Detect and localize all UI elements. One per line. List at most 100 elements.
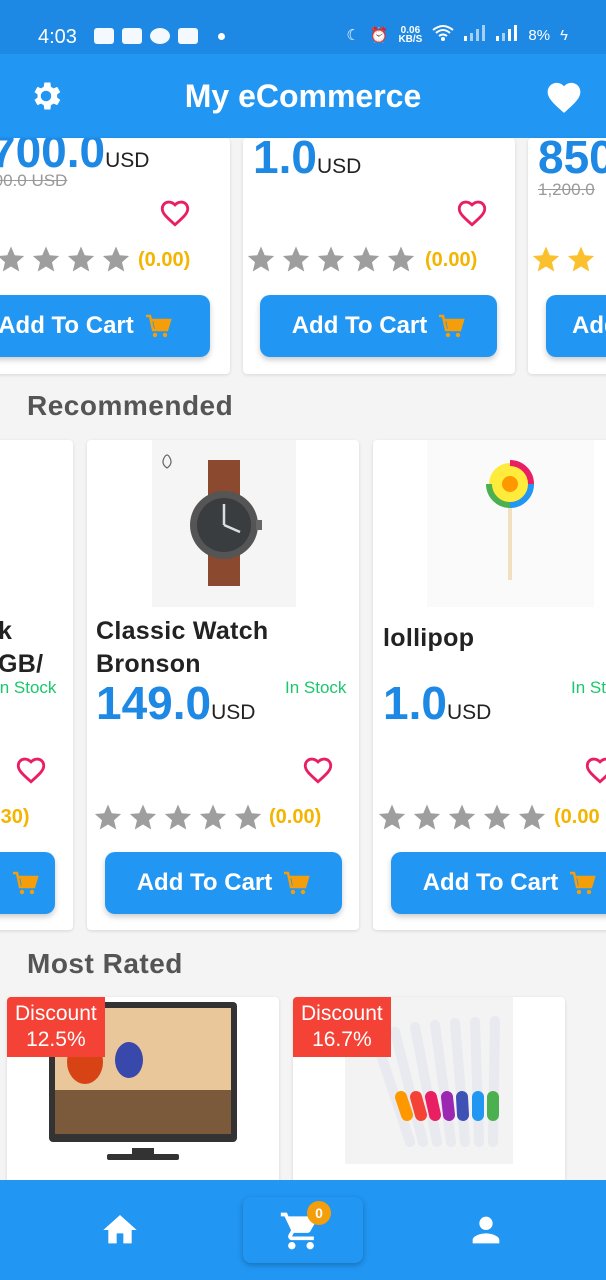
notification-icons: [94, 28, 225, 44]
telegram-circle-icon: [150, 28, 170, 44]
network-speed: 0.06 KB/S: [398, 25, 423, 45]
add-to-cart-button[interactable]: Add To Cart: [105, 852, 342, 914]
product-card-mr-1[interactable]: Discount 12.5%: [7, 997, 279, 1187]
product-card-top-1[interactable]: 700.0USD 1,200.0 USD (0.00) Add To Cart: [0, 138, 230, 374]
star-icon: [482, 802, 512, 832]
app-icon: [178, 28, 198, 44]
product-card-rec-2[interactable]: Classic Watch Bronson In Stock 149.0USD …: [87, 440, 359, 930]
status-right: ☾ ⏰ 0.06 KB/S 8% ϟ: [346, 24, 568, 46]
add-to-cart-button[interactable]: Add To Cart: [546, 295, 606, 357]
rating-value: (0.00): [269, 806, 322, 828]
star-icon: [31, 244, 61, 274]
favorite-outline-icon[interactable]: [158, 196, 192, 228]
heart-filled-icon: [547, 82, 581, 113]
app-title: My eCommerce: [184, 78, 422, 114]
favorite-outline-icon[interactable]: [14, 753, 48, 785]
star-icon: [93, 802, 123, 832]
product-old-price: 1,200.0: [538, 180, 595, 199]
cart-icon: [144, 313, 172, 339]
product-price: 149.0USD: [96, 677, 256, 729]
add-to-cart-button[interactable]: Add To Cart: [0, 295, 210, 357]
favorite-outline-icon[interactable]: [455, 196, 489, 228]
star-icon: [351, 244, 381, 274]
telegram-icon: [122, 28, 142, 44]
cart-icon: [568, 870, 596, 896]
product-old-price: 1,200.0 USD: [0, 171, 68, 190]
favorite-outline-icon[interactable]: [301, 753, 335, 785]
rating-stars: [377, 802, 547, 832]
section-title-most-rated: Most Rated: [27, 948, 183, 979]
star-icon: [233, 802, 263, 832]
star-icon: [101, 244, 131, 274]
rating-value: (0.00: [554, 806, 600, 828]
star-icon: [281, 244, 311, 274]
battery-level: 8%: [528, 26, 551, 44]
rating-value: 4.30): [0, 806, 30, 828]
wifi-icon: [432, 24, 454, 46]
app-bar: My eCommerce: [0, 54, 606, 138]
nav-profile-button[interactable]: [466, 1210, 506, 1250]
lollipop-image: [486, 460, 534, 580]
product-name: Classic Watch Bronson: [96, 617, 269, 678]
star-icon: [198, 802, 228, 832]
nav-home-button[interactable]: [100, 1210, 140, 1250]
nav-cart-button[interactable]: 0: [243, 1197, 363, 1263]
moon-icon: ☾: [346, 27, 360, 44]
section-title-recommended: Recommended: [27, 390, 234, 421]
watch-image: [162, 454, 262, 586]
charging-icon: ϟ: [560, 26, 568, 44]
product-price: 1.0USD: [253, 138, 362, 183]
product-name: k GB/: [0, 617, 44, 678]
rating-value: (0.00): [425, 249, 478, 271]
favorites-button[interactable]: [544, 78, 584, 114]
signal-icon: [464, 25, 486, 45]
discount-badge: Discount 12.5%: [7, 997, 105, 1057]
star-icon: [566, 244, 596, 274]
product-image-watch: [152, 440, 296, 607]
star-icon: [316, 244, 346, 274]
status-bar: 4:03 ☾ ⏰ 0.06 KB/S 8% ϟ: [0, 0, 606, 54]
discount-badge: Discount 16.7%: [293, 997, 391, 1057]
product-card-mr-2[interactable]: Discount 16.7%: [293, 997, 565, 1187]
rating-stars: [0, 244, 131, 274]
star-icon: [377, 802, 407, 832]
status-time: 4:03: [38, 26, 77, 48]
product-price: 850: [538, 138, 606, 183]
star-icon: [447, 802, 477, 832]
stock-status: In Stock: [285, 678, 347, 697]
product-image-lollipop: [427, 440, 594, 607]
cart-icon: [282, 870, 310, 896]
add-to-cart-button[interactable]: [0, 852, 55, 914]
product-name: lollipop: [383, 624, 475, 652]
star-icon: [128, 802, 158, 832]
add-to-cart-button[interactable]: Add To Cart: [260, 295, 497, 357]
rating-stars: [93, 802, 263, 832]
star-icon: [412, 802, 442, 832]
bottom-navigation: 0: [0, 1180, 606, 1280]
signal-icon-2: [496, 25, 518, 45]
favorite-outline-icon[interactable]: [583, 753, 606, 785]
star-icon: [531, 244, 561, 274]
stock-status: In Stock: [0, 678, 57, 697]
product-price: 1.0USD: [383, 677, 492, 729]
person-icon: [472, 1216, 500, 1244]
star-icon: [517, 802, 547, 832]
star-icon: [66, 244, 96, 274]
star-icon: [386, 244, 416, 274]
star-icon: [163, 802, 193, 832]
stock-status: In St: [571, 678, 606, 697]
cart-icon: [437, 313, 465, 339]
alarm-icon: ⏰: [369, 27, 389, 44]
rating-value: (0.00): [138, 249, 191, 271]
product-card-rec-1[interactable]: kGB/ In Stock 4.30): [0, 440, 73, 930]
product-card-rec-3[interactable]: lollipop In St 1.0USD (0.00 Add To Cart: [373, 440, 606, 930]
product-card-top-2[interactable]: 1.0USD (0.00) Add To Cart: [243, 138, 515, 374]
more-dot-icon: [218, 32, 225, 40]
cart-count-badge: 0: [307, 1201, 331, 1225]
add-to-cart-button[interactable]: Add To Cart: [391, 852, 606, 914]
star-icon: [246, 244, 276, 274]
product-card-top-3[interactable]: 850 1,200.0 Add To Cart: [528, 138, 606, 374]
star-icon: [0, 244, 26, 274]
cart-icon: [11, 870, 39, 896]
rating-stars: [246, 244, 416, 274]
